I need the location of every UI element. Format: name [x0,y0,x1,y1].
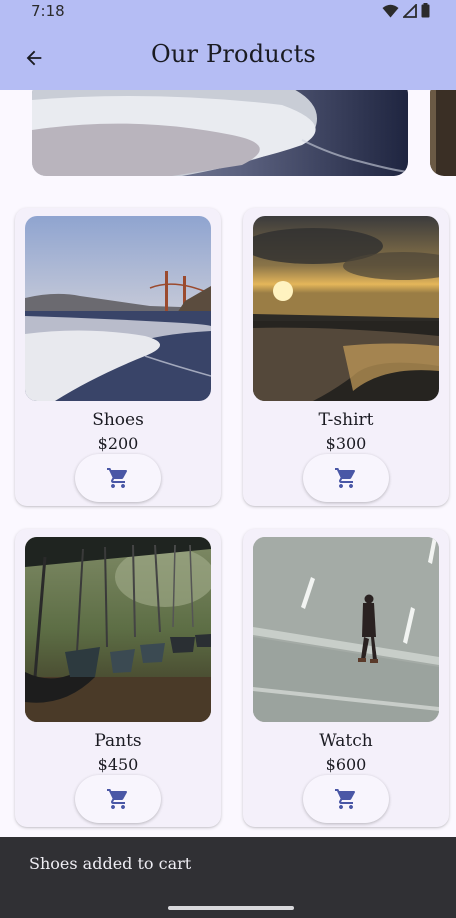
product-price: $450 [97,755,139,774]
wifi-icon [382,4,399,17]
banner-carousel[interactable] [0,90,456,186]
product-name: T-shirt [318,410,374,430]
add-to-cart-button[interactable] [303,454,389,502]
battery-icon [421,3,430,18]
add-to-cart-button[interactable] [75,454,161,502]
cart-icon [335,789,356,809]
page-title: Our Products [151,40,316,68]
system-icons [382,3,430,18]
cart-icon [335,468,356,488]
add-to-cart-button[interactable] [303,775,389,823]
banner-image[interactable] [32,90,408,176]
product-name: Shoes [92,410,144,430]
home-indicator[interactable] [168,906,294,910]
product-card-tshirt[interactable]: T-shirt $300 [243,208,449,506]
app-bar: 7:18 Our Products [0,0,456,90]
banner-image-next[interactable] [430,90,456,176]
product-name: Pants [94,731,142,751]
signal-icon [403,3,417,18]
product-card-shoes[interactable]: Shoes $200 [15,208,221,506]
add-to-cart-button[interactable] [75,775,161,823]
product-image [253,216,439,401]
status-bar: 7:18 [0,0,456,24]
product-name: Watch [319,731,373,751]
cart-icon [107,468,128,488]
product-image [25,216,211,401]
product-price: $200 [97,434,139,453]
product-price: $600 [325,755,367,774]
product-card-watch[interactable]: Watch $600 [243,529,449,827]
status-time: 7:18 [31,2,65,20]
snackbar: Shoes added to cart [0,837,456,918]
snackbar-message: Shoes added to cart [29,854,192,873]
product-image [253,537,439,722]
product-price: $300 [325,434,367,453]
cart-icon [107,789,128,809]
back-button[interactable] [16,40,52,76]
product-image [25,537,211,722]
arrow-back-icon [26,50,42,66]
product-card-pants[interactable]: Pants $450 [15,529,221,827]
